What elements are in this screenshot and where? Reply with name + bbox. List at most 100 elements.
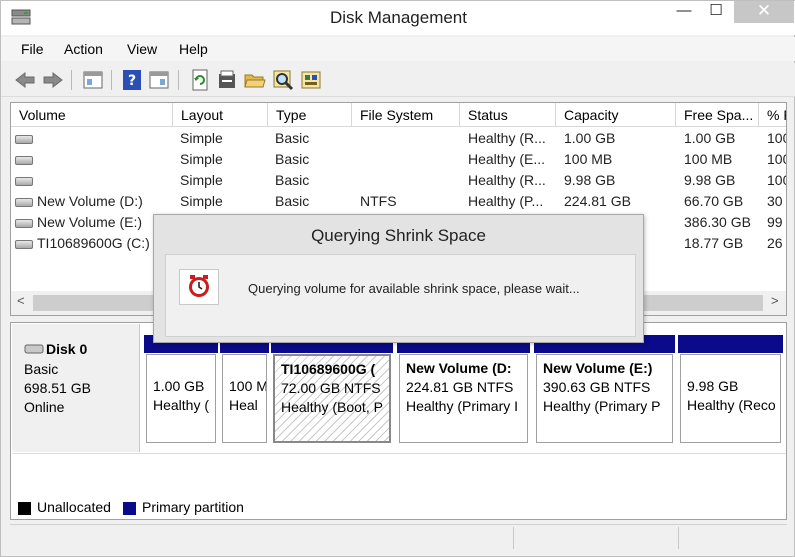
- settings-icon[interactable]: [215, 68, 239, 92]
- cell-layout: Simple: [180, 130, 223, 146]
- console-tree-icon[interactable]: [81, 68, 105, 92]
- legend-unallocated: Unallocated: [37, 499, 111, 515]
- partition-header-bar: [678, 335, 783, 353]
- disk-state: Online: [24, 399, 65, 415]
- column-free-space[interactable]: Free Spa...: [676, 103, 759, 127]
- cell-capacity: 9.98 GB: [564, 172, 616, 188]
- menu-action[interactable]: Action: [64, 41, 103, 57]
- cell-type: Basic: [275, 130, 310, 146]
- scroll-left-button[interactable]: <: [17, 293, 25, 308]
- drive-icon: [15, 198, 33, 207]
- cell-status: Healthy (P...: [468, 193, 544, 209]
- maximize-button[interactable]: ☐: [701, 1, 731, 23]
- table-row[interactable]: Simple Basic Healthy (R... 9.98 GB 9.98 …: [11, 170, 786, 191]
- drive-icon: [15, 135, 33, 144]
- partition-size: 100 M: [229, 378, 267, 394]
- cell-status: Healthy (E...: [468, 151, 546, 167]
- forward-icon[interactable]: [41, 68, 65, 92]
- cell-file-system: NTFS: [360, 193, 397, 209]
- menu-view[interactable]: View: [127, 41, 157, 57]
- cell-type: Basic: [275, 172, 310, 188]
- menu-help[interactable]: Help: [179, 41, 208, 57]
- column-file-system[interactable]: File System: [352, 103, 460, 127]
- menu-bar: File Action View Help: [1, 37, 795, 61]
- dialog-message: Querying volume for available shrink spa…: [248, 281, 580, 296]
- cell-volume: [37, 149, 171, 170]
- drive-icon: [15, 177, 33, 186]
- unallocated-swatch: [18, 502, 31, 515]
- cell-free-space: 9.98 GB: [684, 172, 736, 188]
- status-separator: [678, 527, 679, 549]
- help-icon[interactable]: ?: [120, 68, 144, 92]
- partition-status: Healthy (Reco: [687, 397, 776, 413]
- drive-icon: [15, 219, 33, 228]
- cell-type: Basic: [275, 151, 310, 167]
- partition-recovery-2[interactable]: 9.98 GB Healthy (Reco: [678, 335, 783, 445]
- table-row[interactable]: Simple Basic Healthy (E... 100 MB 100 MB…: [11, 149, 786, 170]
- dialog-title: Querying Shrink Space: [311, 226, 486, 245]
- cell-capacity: 224.81 GB: [564, 193, 631, 209]
- column-volume[interactable]: Volume: [11, 103, 173, 127]
- cell-volume: [37, 128, 171, 149]
- toolbar-separator: [71, 70, 72, 90]
- cell-percent-free: 26: [767, 235, 783, 251]
- column-capacity[interactable]: Capacity: [556, 103, 676, 127]
- partition-efi[interactable]: 100 M Heal: [220, 335, 269, 445]
- primary-partition-swatch: [123, 502, 136, 515]
- disk-type: Basic: [24, 361, 59, 377]
- column-type[interactable]: Type: [268, 103, 352, 127]
- cell-percent-free: 100: [767, 151, 786, 167]
- column-percent-free[interactable]: % F: [759, 103, 786, 127]
- partition-status: Healthy (: [153, 397, 210, 413]
- back-icon[interactable]: [13, 68, 37, 92]
- refresh-icon[interactable]: [188, 68, 212, 92]
- minimize-button[interactable]: —: [669, 1, 699, 23]
- disk-graphical-view[interactable]: Disk 0 Basic 698.51 GB Online 1.00 GB He…: [10, 322, 787, 520]
- partition-name: New Volume (D:: [406, 360, 512, 376]
- tools-icon[interactable]: [299, 68, 323, 92]
- cell-capacity: 1.00 GB: [564, 130, 616, 146]
- cell-status: Healthy (R...: [468, 172, 546, 188]
- table-row[interactable]: Simple Basic Healthy (R... 1.00 GB 1.00 …: [11, 128, 786, 149]
- toolbar-separator: [178, 70, 179, 90]
- column-layout[interactable]: Layout: [173, 103, 268, 127]
- drive-icon: [15, 240, 33, 249]
- cell-layout: Simple: [180, 172, 223, 188]
- cell-status: Healthy (R...: [468, 130, 546, 146]
- cell-percent-free: 99: [767, 214, 783, 230]
- partition-e[interactable]: New Volume (E:) 390.63 GB NTFS Healthy (…: [534, 335, 675, 445]
- cell-volume: New Volume (E:): [37, 214, 143, 230]
- cell-percent-free: 100: [767, 130, 786, 146]
- svg-text:?: ?: [128, 73, 136, 89]
- cell-file-system: [360, 170, 458, 191]
- toolbar-separator: [111, 70, 112, 90]
- cell-percent-free: 100: [767, 172, 786, 188]
- partition-d[interactable]: New Volume (D: 224.81 GB NTFS Healthy (P…: [397, 335, 530, 445]
- column-status[interactable]: Status: [460, 103, 556, 127]
- disk-name: Disk 0: [46, 341, 88, 357]
- partition-name: TI10689600G (: [281, 361, 376, 377]
- drive-icon: [15, 156, 33, 165]
- cell-layout: Simple: [180, 193, 223, 209]
- cell-volume: [37, 170, 171, 191]
- cell-type: Basic: [275, 193, 310, 209]
- open-folder-icon[interactable]: [243, 68, 267, 92]
- close-button[interactable]: ✕: [734, 1, 794, 23]
- partition-c[interactable]: TI10689600G ( 72.00 GB NTFS Healthy (Boo…: [271, 335, 393, 445]
- legend-primary-partition: Primary partition: [142, 499, 244, 515]
- status-separator: [513, 527, 514, 549]
- partition-status: Healthy (Boot, P: [281, 399, 383, 415]
- properties-icon[interactable]: [147, 68, 171, 92]
- disk-0-label[interactable]: Disk 0 Basic 698.51 GB Online: [12, 324, 140, 452]
- scroll-right-button[interactable]: >: [771, 293, 779, 308]
- search-icon[interactable]: [271, 68, 295, 92]
- status-bar: [10, 524, 787, 550]
- querying-shrink-space-dialog: Querying Shrink Space Querying volume fo…: [153, 214, 644, 343]
- cell-capacity: 100 MB: [564, 151, 613, 167]
- menu-file[interactable]: File: [21, 41, 44, 57]
- partition-status: Healthy (Primary P: [543, 398, 661, 414]
- partition-size: 390.63 GB NTFS: [543, 379, 651, 395]
- table-row[interactable]: New Volume (D:) Simple Basic NTFS Health…: [11, 191, 786, 212]
- clock-icon: [189, 275, 209, 297]
- partition-recovery[interactable]: 1.00 GB Healthy (: [144, 335, 218, 445]
